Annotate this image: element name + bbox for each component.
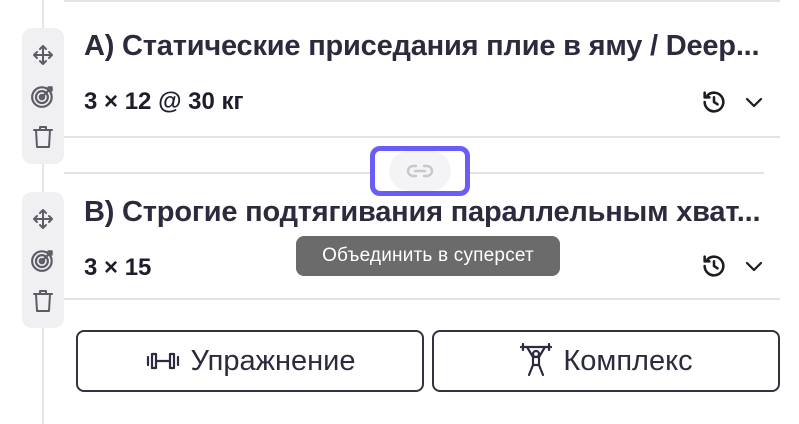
dumbbell-icon: [146, 352, 179, 370]
history-icon[interactable]: [700, 252, 728, 285]
exercise-b-title[interactable]: B) Строгие подтягивания параллельным хва…: [84, 196, 761, 229]
trash-icon[interactable]: [30, 288, 56, 314]
divider-b: [64, 298, 780, 300]
history-icon[interactable]: [700, 88, 728, 121]
superset-tooltip: Объединить в суперсет: [296, 236, 560, 276]
exercise-a-actions: [700, 88, 766, 121]
link-icon: [406, 164, 434, 178]
move-icon[interactable]: [30, 42, 56, 68]
add-exercise-button[interactable]: Упражнение: [76, 330, 424, 392]
exercise-b-sets[interactable]: 3 × 15: [84, 254, 151, 282]
exercise-a-sets[interactable]: 3 × 12 @ 30 кг: [84, 88, 244, 116]
weightlifter-icon: [520, 343, 553, 377]
trash-icon[interactable]: [30, 124, 56, 150]
chevron-down-icon[interactable]: [742, 90, 766, 119]
divider-a: [64, 136, 780, 138]
divider-top: [64, 0, 780, 2]
link-pill: [389, 151, 451, 191]
exercise-a-title[interactable]: A) Статические приседания плие в яму / D…: [84, 30, 760, 63]
exercise-b-actions: [700, 252, 766, 285]
move-icon[interactable]: [30, 206, 56, 232]
target-icon[interactable]: [30, 83, 56, 109]
target-icon[interactable]: [30, 247, 56, 273]
add-complex-label: Комплекс: [563, 344, 693, 377]
add-exercise-label: Упражнение: [190, 344, 356, 377]
chevron-down-icon[interactable]: [742, 254, 766, 283]
exercise-a-controls: [22, 28, 64, 164]
superset-link-button[interactable]: [370, 146, 470, 196]
exercise-b-controls: [22, 192, 64, 328]
add-complex-button[interactable]: Комплекс: [432, 330, 780, 392]
